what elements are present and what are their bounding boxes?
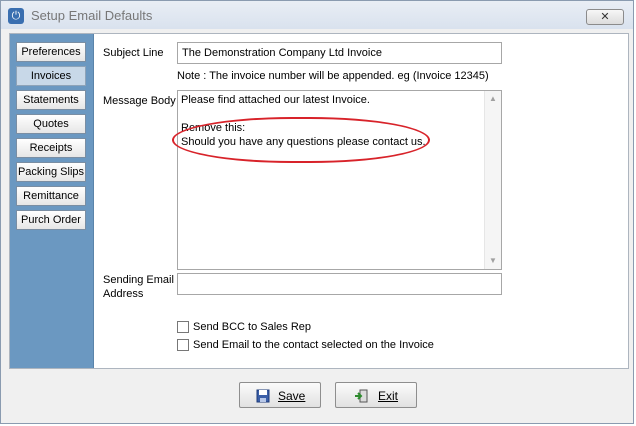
- subject-note: Note : The invoice number will be append…: [177, 70, 489, 82]
- message-body-label: Message Body: [103, 95, 176, 107]
- scroll-up-icon[interactable]: ▲: [485, 91, 501, 107]
- sidebar-item-invoices[interactable]: Invoices: [16, 66, 86, 86]
- setup-email-defaults-window: ⏻ Setup Email Defaults ✕ Preferences Inv…: [0, 0, 634, 424]
- dialog-body: Preferences Invoices Statements Quotes R…: [9, 33, 629, 369]
- sidebar-item-statements[interactable]: Statements: [16, 90, 86, 110]
- contact-label: Send Email to the contact selected on th…: [193, 339, 434, 351]
- sidebar-item-purch-order[interactable]: Purch Order: [16, 210, 86, 230]
- subject-line-value: The Demonstration Company Ltd Invoice: [182, 47, 382, 59]
- sidebar-item-receipts[interactable]: Receipts: [16, 138, 86, 158]
- sidebar-item-preferences[interactable]: Preferences: [16, 42, 86, 62]
- floppy-disk-icon: [256, 389, 270, 403]
- scroll-down-icon[interactable]: ▼: [485, 253, 501, 269]
- close-button[interactable]: ✕: [586, 9, 624, 25]
- power-icon: ⏻: [8, 8, 24, 24]
- message-line: Please find attached our latest Invoice.: [181, 94, 370, 106]
- message-scrollbar[interactable]: ▲ ▼: [484, 91, 501, 269]
- contact-checkbox[interactable]: [177, 339, 189, 351]
- annotation-circle: [172, 117, 430, 163]
- save-button[interactable]: Save: [239, 382, 321, 408]
- title-bar: ⏻ Setup Email Defaults ✕: [1, 1, 633, 29]
- bcc-checkbox[interactable]: [177, 321, 189, 333]
- sidebar-item-quotes[interactable]: Quotes: [16, 114, 86, 134]
- bcc-label: Send BCC to Sales Rep: [193, 321, 312, 333]
- exit-door-icon: [355, 389, 368, 403]
- subject-line-label: Subject Line: [103, 47, 164, 59]
- exit-button[interactable]: Exit: [335, 382, 417, 408]
- sending-email-label: Sending Email: [103, 274, 174, 286]
- sending-email-input[interactable]: [177, 273, 502, 295]
- save-label: Save: [278, 389, 306, 403]
- sending-address-label: Address: [103, 288, 144, 300]
- sidebar-item-remittance[interactable]: Remittance: [16, 186, 86, 206]
- exit-label: Exit: [378, 389, 399, 403]
- subject-line-input[interactable]: The Demonstration Company Ltd Invoice: [177, 42, 502, 64]
- sidebar-item-packing-slips[interactable]: Packing Slips: [16, 162, 86, 182]
- window-title: Setup Email Defaults: [31, 8, 153, 23]
- sidebar: Preferences Invoices Statements Quotes R…: [10, 34, 94, 368]
